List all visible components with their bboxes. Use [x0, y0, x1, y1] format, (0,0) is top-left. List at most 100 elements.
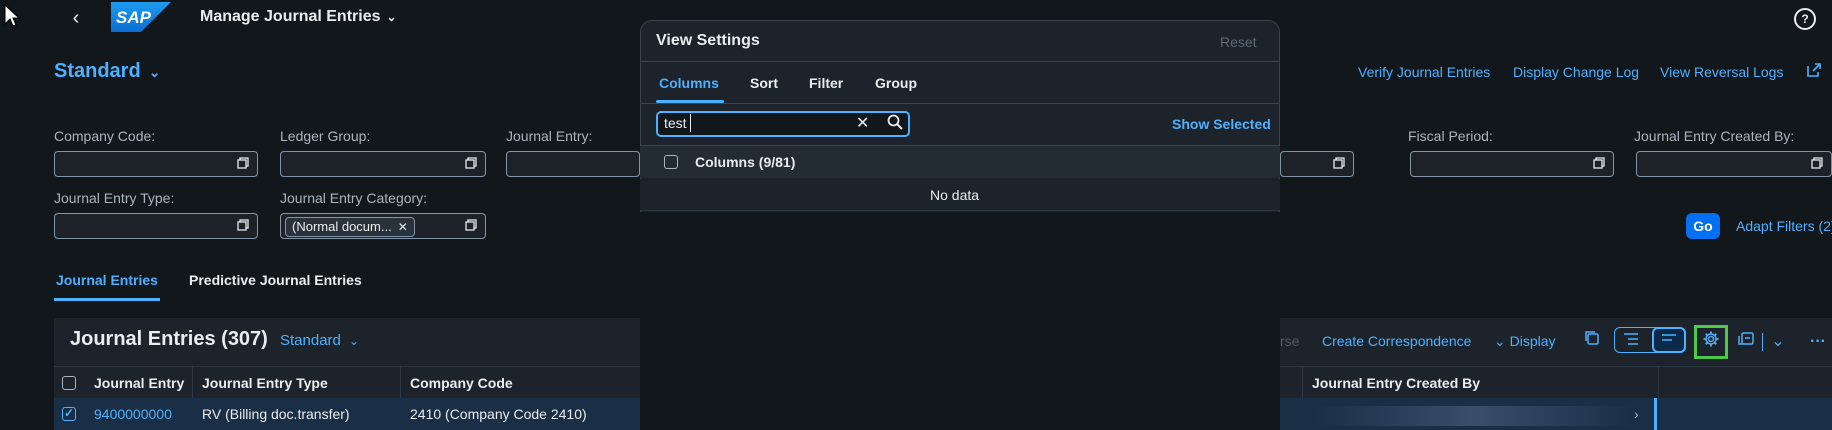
journal-entry-link[interactable]: 9400000000: [94, 406, 172, 422]
export-icon[interactable]: [1734, 330, 1758, 354]
reset-button[interactable]: Reset: [1220, 34, 1257, 50]
journal-entry-input[interactable]: [506, 151, 640, 177]
column-header-journal-entry-type[interactable]: Journal Entry Type: [202, 375, 328, 391]
column-header-company-code[interactable]: Company Code: [410, 375, 513, 391]
chevron-down-icon: ⌄: [1494, 333, 1510, 349]
created-by-label: Journal Entry Created By:: [1634, 128, 1795, 144]
journal-entry-type-label: Journal Entry Type:: [54, 190, 175, 206]
display-change-log-link[interactable]: Display Change Log: [1513, 64, 1639, 80]
settings-highlight-box: [1694, 325, 1728, 359]
share-icon[interactable]: [1806, 62, 1822, 83]
table-title: Journal Entries (307): [70, 328, 268, 350]
create-correspondence-button[interactable]: Create Correspondence: [1322, 333, 1471, 349]
journal-entry-type-cell: RV (Billing doc.transfer): [202, 406, 350, 422]
toolbar-separator: [1762, 333, 1763, 351]
fiscal-period-label: Fiscal Period:: [1408, 128, 1493, 144]
list-expand-icon: [1662, 334, 1676, 341]
adapt-filters-link[interactable]: Adapt Filters (2): [1736, 218, 1832, 234]
column-search-input[interactable]: [656, 111, 910, 137]
row-navigation-chevron-icon[interactable]: ›: [1634, 406, 1639, 422]
column-header-journal-entry-created-by[interactable]: Journal Entry Created By: [1312, 375, 1480, 391]
chevron-left-icon: ‹: [72, 7, 80, 29]
table-variant-selector[interactable]: Standard ⌄: [280, 332, 359, 349]
value-help-icon[interactable]: [1593, 157, 1605, 169]
svg-text:SAP: SAP: [116, 8, 152, 27]
more-options-icon[interactable]: ···: [1806, 330, 1830, 354]
view-reversal-logs-link[interactable]: View Reversal Logs: [1660, 64, 1783, 80]
divider: [640, 103, 1280, 104]
company-code-input[interactable]: [54, 151, 258, 177]
expand-view-button[interactable]: [1652, 327, 1686, 353]
filter-input[interactable]: [1280, 151, 1354, 177]
table-variant-name: Standard: [280, 332, 341, 349]
chevron-down-icon: ⌄: [348, 334, 359, 348]
dialog-list-area: [640, 212, 1280, 430]
columns-count-label: Columns (9/81): [695, 154, 796, 170]
column-separator: [1302, 367, 1303, 399]
category-token[interactable]: (Normal docum... ✕: [285, 217, 415, 237]
export-menu-chevron-down-icon[interactable]: ⌄: [1766, 330, 1790, 354]
select-all-columns-checkbox[interactable]: [664, 155, 678, 169]
dialog-tab-sort[interactable]: Sort: [750, 75, 778, 91]
variant-name: Standard: [54, 60, 141, 82]
help-icon[interactable]: ?: [1794, 8, 1816, 30]
fiscal-period-input[interactable]: [1410, 151, 1614, 177]
value-help-icon[interactable]: [237, 219, 249, 231]
company-code-cell: 2410 (Company Code 2410): [410, 406, 587, 422]
display-label: Display: [1509, 333, 1556, 349]
value-help-icon[interactable]: [465, 157, 477, 169]
value-help-icon[interactable]: [1811, 157, 1823, 169]
column-separator: [400, 367, 401, 399]
display-button[interactable]: ⌄ Display: [1494, 333, 1556, 350]
redacted-created-by-cell: [1314, 406, 1634, 426]
verify-journal-entries-link[interactable]: Verify Journal Entries: [1358, 64, 1490, 80]
journal-entry-type-input[interactable]: [54, 213, 258, 239]
text-caret: [690, 114, 691, 132]
value-help-icon[interactable]: [465, 219, 477, 231]
ledger-group-input[interactable]: [280, 151, 486, 177]
category-token-text: (Normal docum...: [292, 219, 392, 234]
dialog-tab-filter[interactable]: Filter: [809, 75, 843, 91]
divider: [640, 61, 1280, 62]
search-input-value: test: [664, 115, 687, 131]
ledger-group-label: Ledger Group:: [280, 128, 371, 144]
created-by-input[interactable]: [1636, 151, 1832, 177]
chevron-down-icon: ⌄: [386, 10, 397, 24]
collapse-view-button[interactable]: [1615, 327, 1649, 353]
dialog-title: View Settings: [656, 32, 760, 49]
app-title: Manage Journal Entries: [200, 8, 381, 25]
company-code-label: Company Code:: [54, 128, 156, 144]
active-tab-indicator: [54, 298, 160, 301]
no-data-text: No data: [930, 187, 980, 203]
reverse-button[interactable]: rse: [1280, 333, 1299, 349]
value-help-icon[interactable]: [1333, 157, 1345, 169]
tab-journal-entries[interactable]: Journal Entries: [56, 272, 158, 288]
journal-entry-category-input[interactable]: (Normal docum... ✕: [280, 213, 486, 239]
row-checkbox[interactable]: [62, 406, 76, 421]
search-icon[interactable]: [886, 113, 904, 131]
dialog-tab-group[interactable]: Group: [875, 75, 917, 91]
dialog-tab-columns[interactable]: Columns: [659, 75, 719, 91]
column-separator: [192, 367, 193, 399]
select-all-checkbox[interactable]: [62, 376, 76, 390]
sap-logo-icon: SAP: [111, 2, 171, 32]
row-selection-indicator: [1654, 398, 1657, 430]
back-button[interactable]: ‹: [66, 6, 86, 30]
chevron-down-icon: ⌄: [148, 64, 161, 80]
show-selected-button[interactable]: Show Selected: [1172, 116, 1271, 132]
journal-entry-category-label: Journal Entry Category:: [280, 190, 428, 206]
value-help-icon[interactable]: [237, 157, 249, 169]
sap-logo[interactable]: SAP: [111, 2, 171, 32]
column-header-journal-entry[interactable]: Journal Entry: [94, 375, 184, 391]
column-separator: [1658, 367, 1659, 399]
tab-predictive-journal-entries[interactable]: Predictive Journal Entries: [189, 272, 362, 288]
list-collapse-icon: [1624, 333, 1638, 345]
app-title-menu[interactable]: Manage Journal Entries ⌄: [200, 8, 397, 26]
clear-search-icon[interactable]: ✕: [856, 113, 869, 133]
journal-entry-label: Journal Entry:: [506, 128, 593, 144]
token-remove-icon[interactable]: ✕: [398, 220, 408, 234]
mouse-cursor-icon: [4, 4, 20, 27]
go-button[interactable]: Go: [1686, 213, 1720, 239]
variant-selector[interactable]: Standard ⌄: [54, 60, 160, 83]
copy-icon[interactable]: [1580, 330, 1604, 354]
